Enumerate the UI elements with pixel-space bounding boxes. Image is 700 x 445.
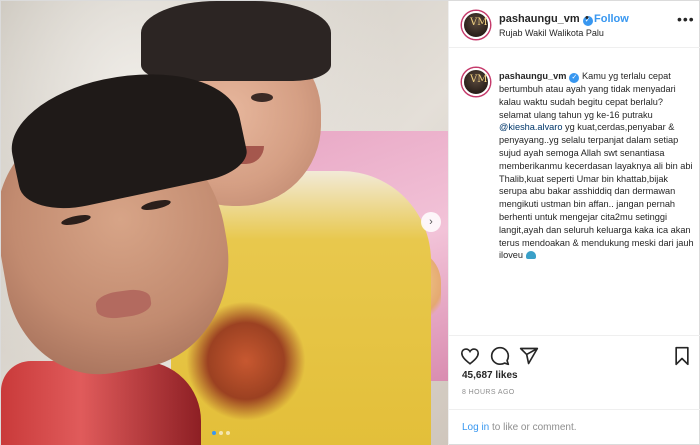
comment-icon[interactable] bbox=[489, 345, 511, 367]
location-link[interactable]: Rujab Wakil Walikota Palu bbox=[499, 28, 604, 38]
follow-button[interactable]: Follow bbox=[594, 13, 629, 25]
login-prompt: Log in to like or comment. bbox=[449, 409, 700, 445]
caption-body-part2: yg kuat,cerdas,penyabar & penyayang..yg … bbox=[499, 122, 694, 261]
likes-count[interactable]: 45,687 likes bbox=[462, 370, 518, 381]
caption-username[interactable]: pashaungu_vm bbox=[499, 71, 566, 81]
post-header: VM pashaungu_vm ✓ • Follow Rujab Wakil Wa… bbox=[449, 1, 700, 48]
caption-avatar[interactable]: VM bbox=[462, 68, 490, 96]
carousel-dot-1 bbox=[212, 431, 216, 435]
post-timestamp[interactable]: 8 HOURS AGO bbox=[462, 389, 515, 396]
post-side-panel: VM pashaungu_vm ✓ • Follow Rujab Wakil Wa… bbox=[448, 1, 700, 445]
carousel-next-button[interactable]: › bbox=[421, 212, 441, 232]
blue-heart-emoji-icon bbox=[525, 251, 536, 260]
caption-area: VM pashaungu_vm ✓ Kamu yg terlalu cepat b… bbox=[449, 61, 700, 331]
avatar[interactable]: VM bbox=[462, 11, 490, 39]
avatar-logo-icon: VM bbox=[470, 74, 488, 85]
avatar-logo-icon: VM bbox=[470, 17, 488, 28]
login-link[interactable]: Log in bbox=[462, 422, 489, 433]
header-username[interactable]: pashaungu_vm ✓ bbox=[499, 13, 593, 26]
login-prompt-rest: to like or comment. bbox=[489, 422, 577, 433]
action-bar bbox=[449, 335, 700, 375]
header-separator: • bbox=[585, 12, 589, 24]
chevron-right-icon: › bbox=[429, 216, 433, 228]
carousel-dot-2 bbox=[219, 431, 223, 435]
instagram-post-embed: › VM pashaungu_vm ✓ • Follow Rujab Wakil … bbox=[0, 0, 700, 445]
caption-text: pashaungu_vm ✓ Kamu yg terlalu cepat bert… bbox=[499, 70, 694, 262]
carousel-dot-3 bbox=[226, 431, 230, 435]
post-photo[interactable]: › bbox=[1, 1, 448, 445]
username-link[interactable]: pashaungu_vm bbox=[499, 13, 580, 25]
carousel-indicator bbox=[212, 431, 230, 435]
verified-badge-icon: ✓ bbox=[569, 73, 580, 83]
share-icon[interactable] bbox=[518, 345, 540, 367]
heart-icon[interactable] bbox=[459, 345, 481, 367]
photo-boy-eye-right bbox=[251, 93, 273, 102]
login-prompt-text: Log in to like or comment. bbox=[462, 422, 577, 433]
bookmark-icon[interactable] bbox=[671, 345, 693, 367]
more-options-icon[interactable]: ••• bbox=[677, 11, 695, 27]
photo-boy-hair bbox=[141, 1, 331, 81]
caption-mention-link[interactable]: @kiesha.alvaro bbox=[499, 122, 562, 132]
